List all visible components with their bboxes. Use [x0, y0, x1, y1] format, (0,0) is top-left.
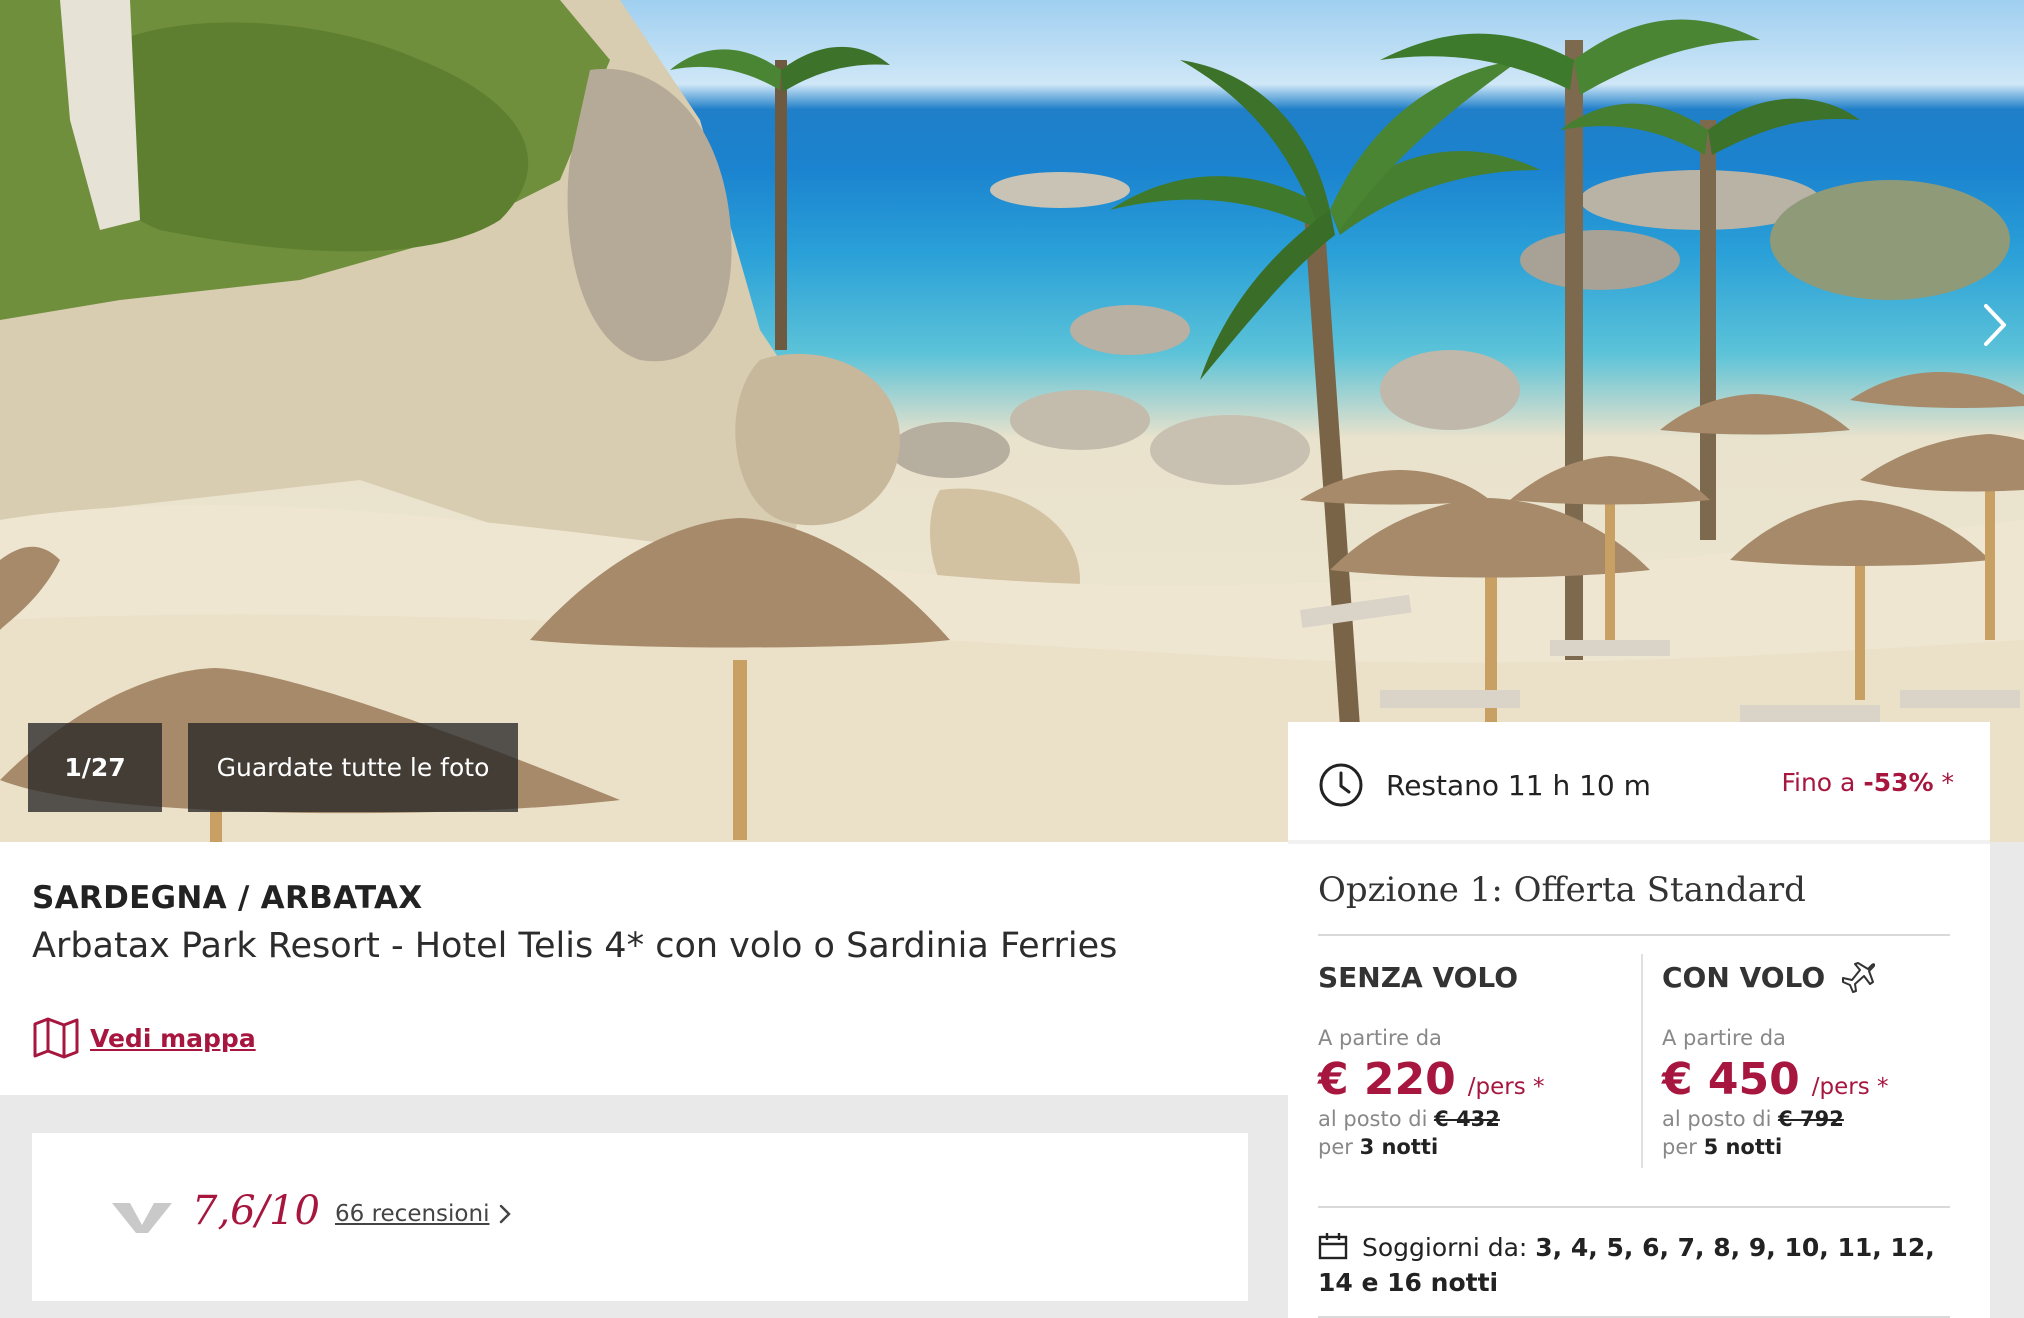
divider: [1318, 1206, 1950, 1208]
photo-counter: 1/27: [28, 723, 162, 812]
from-label: A partire da: [1318, 1026, 1442, 1050]
nights-value: 3 notti: [1359, 1135, 1439, 1159]
reviews-count: 66 recensioni: [335, 1201, 490, 1227]
nights-line: per 5 notti: [1662, 1135, 1982, 1159]
view-all-photos-button[interactable]: Guardate tutte le foto: [188, 723, 518, 812]
divider: [1288, 840, 1990, 844]
price-per-person: /pers *: [1467, 1074, 1545, 1100]
with-flight-heading: CON VOLO: [1662, 954, 1982, 1000]
clock-icon: [1319, 763, 1363, 807]
reviews-card: 7,6/10 66 recensioni: [32, 1133, 1248, 1301]
hero-photo[interactable]: 1/27 Guardate tutte le foto: [0, 0, 2024, 842]
discount-prefix: Fino a: [1781, 768, 1864, 797]
calendar-icon: [1318, 1233, 1348, 1260]
hotel-region: SARDEGNA / ARBATAX: [32, 880, 423, 916]
review-rating: 7,6/10: [192, 1188, 320, 1234]
nights-prefix: per: [1318, 1135, 1360, 1159]
stays-label: Soggiorni da:: [1362, 1233, 1536, 1262]
price-value: € 220: [1318, 1054, 1456, 1105]
instead-label: al posto di: [1662, 1107, 1779, 1131]
price-per-person: /pers *: [1811, 1074, 1889, 1100]
without-flight-title: SENZA VOLO: [1318, 960, 1519, 994]
airplane-icon: [1842, 962, 1876, 993]
view-map-link[interactable]: Vedi mappa: [32, 1016, 256, 1060]
nights-prefix: per: [1662, 1135, 1704, 1159]
price-without-flight[interactable]: SENZA VOLO A partire da € 220 /pers * al…: [1318, 954, 1638, 1160]
stay-durations: Soggiorni da: 3, 4, 5, 6, 7, 8, 9, 10, 1…: [1318, 1230, 1958, 1300]
instead-label: al posto di: [1318, 1107, 1435, 1131]
beach-scene-image: [0, 0, 2024, 842]
offer-panel: Restano 11 h 10 m Fino a -53% * Opzione …: [1288, 722, 1990, 1318]
discount-badge: Fino a -53% *: [1781, 768, 1954, 797]
discount-value: -53%: [1863, 768, 1934, 797]
nights-value: 5 notti: [1703, 1135, 1783, 1159]
brand-logo: [112, 1203, 172, 1233]
column-divider: [1641, 954, 1643, 1168]
discount-suffix: *: [1933, 768, 1954, 797]
offer-timer: Restano 11 h 10 m: [1318, 762, 1651, 808]
price-value: € 450: [1662, 1054, 1800, 1105]
old-price-line: al posto di € 792: [1662, 1107, 1982, 1131]
view-map-label: Vedi mappa: [90, 1023, 256, 1053]
next-photo-button[interactable]: [1980, 302, 2024, 382]
timer-text: Restano 11 h 10 m: [1386, 768, 1651, 802]
reviews-link[interactable]: 66 recensioni: [335, 1201, 512, 1227]
old-price: € 792: [1778, 1107, 1844, 1131]
old-price-line: al posto di € 432: [1318, 1107, 1638, 1131]
hotel-name: Arbatax Park Resort - Hotel Telis 4* con…: [32, 926, 1118, 966]
option-title: Opzione 1: Offerta Standard: [1318, 870, 1806, 910]
old-price: € 432: [1434, 1107, 1500, 1131]
panel-gutter: [1990, 842, 2024, 1318]
price-with-flight[interactable]: CON VOLO A partire da € 450 /pers * al p…: [1662, 954, 1982, 1160]
divider: [1318, 934, 1950, 936]
with-flight-title: CON VOLO: [1662, 960, 1826, 994]
chevron-right-icon: [1984, 304, 2006, 346]
from-label: A partire da: [1662, 1026, 1786, 1050]
map-icon: [33, 1017, 79, 1059]
nights-line: per 3 notti: [1318, 1135, 1638, 1159]
chevron-right-icon: [500, 1204, 512, 1224]
